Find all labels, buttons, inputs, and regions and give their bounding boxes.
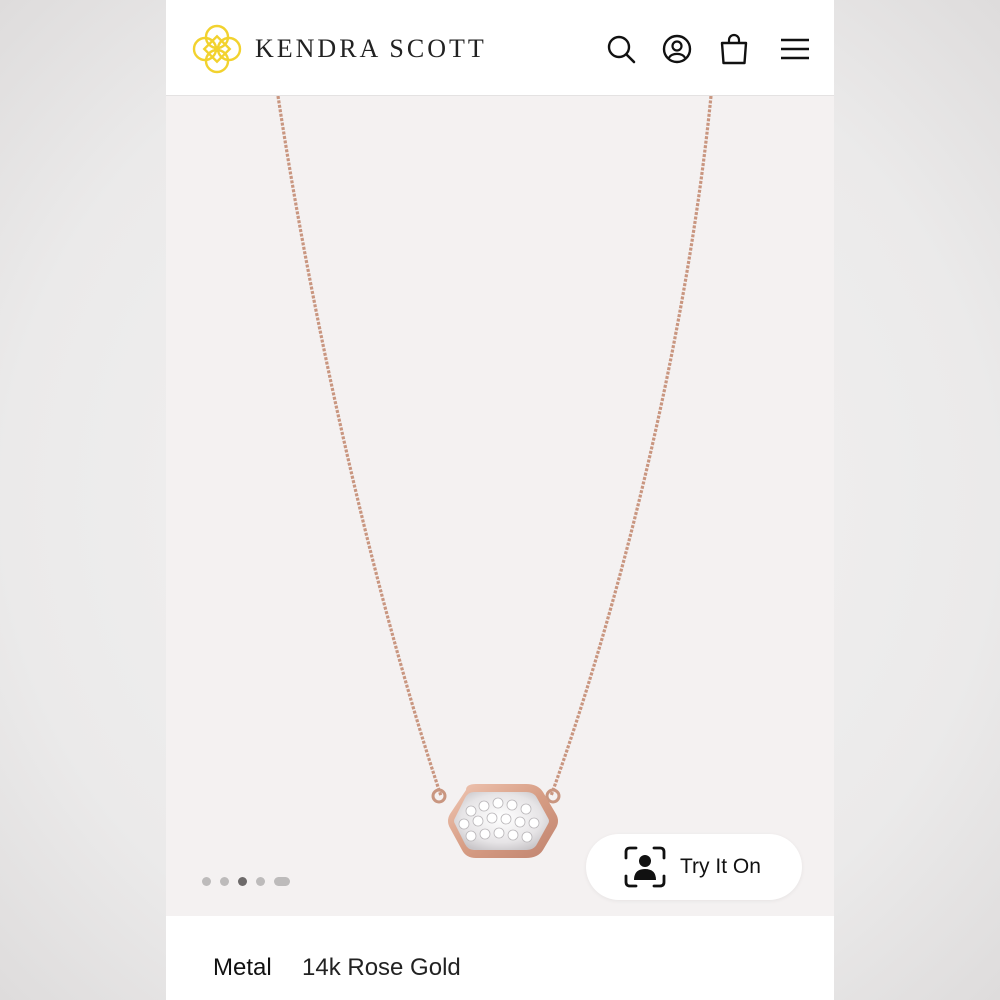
try-it-on-label: Try It On (680, 855, 761, 878)
try-it-on-button[interactable]: Try It On (586, 834, 802, 900)
spec-label-metal: Metal (213, 954, 272, 981)
gallery-dot-5[interactable] (274, 876, 290, 886)
site-header: KENDRA SCOTT (166, 0, 834, 96)
logo-icon[interactable] (191, 23, 243, 75)
gallery-pagination (202, 875, 290, 887)
necklace-image (276, 96, 713, 858)
gallery-dot-2[interactable] (220, 876, 229, 886)
product-image-gallery[interactable]: Try It On (166, 96, 834, 916)
search-icon[interactable] (605, 33, 637, 65)
brand-name: KENDRA SCOTT (255, 34, 487, 63)
mobile-page: KENDRA SCOTT Try It On Metal 14k Rose Go… (166, 0, 834, 1000)
account-icon[interactable] (661, 33, 693, 65)
gallery-dot-1[interactable] (202, 876, 211, 886)
gallery-dot-3[interactable] (238, 876, 247, 886)
face-scan-icon (624, 846, 666, 888)
menu-icon[interactable] (779, 33, 811, 65)
product-spec-row: Metal 14k Rose Gold (166, 916, 834, 1000)
gallery-dot-4[interactable] (256, 876, 265, 886)
spec-value-metal: 14k Rose Gold (302, 954, 461, 981)
shopping-bag-icon[interactable] (718, 33, 750, 65)
